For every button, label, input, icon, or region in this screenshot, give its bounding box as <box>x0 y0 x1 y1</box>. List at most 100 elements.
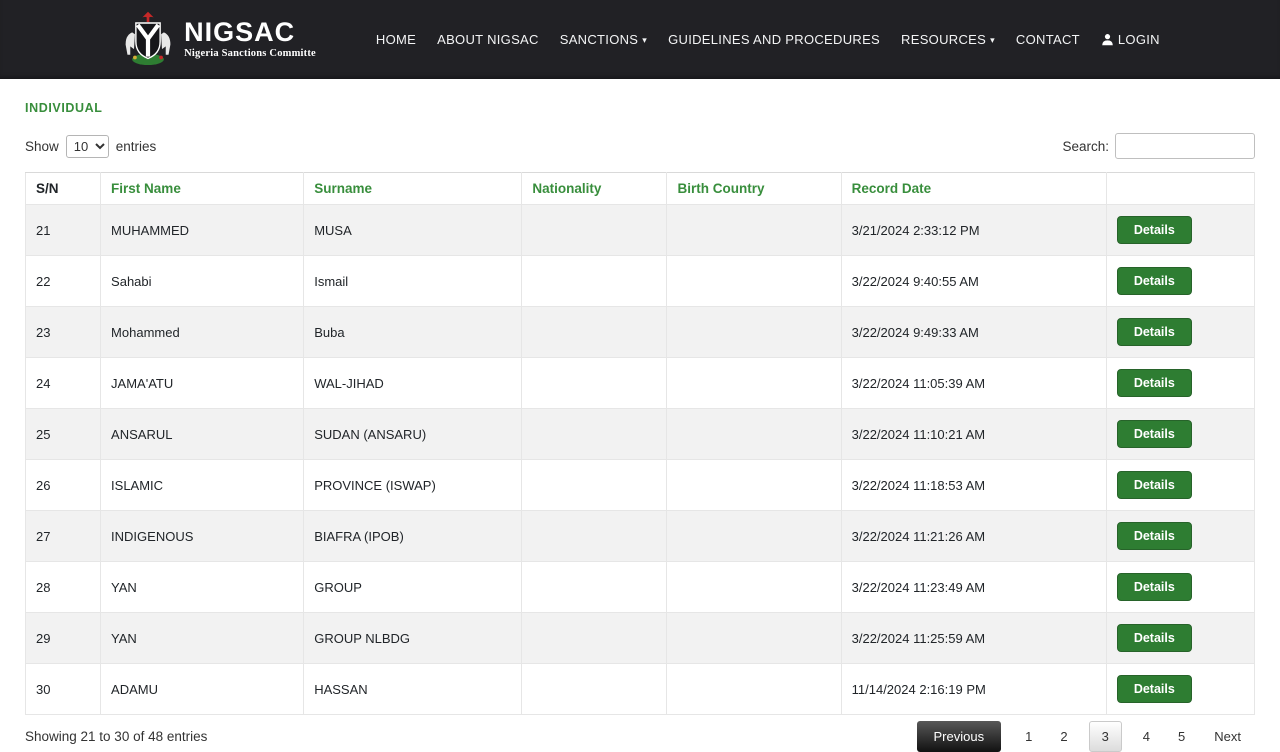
cell-birth-country <box>667 511 841 562</box>
nav-login-label: LOGIN <box>1118 32 1160 47</box>
details-button[interactable]: Details <box>1117 624 1192 652</box>
details-button[interactable]: Details <box>1117 216 1192 244</box>
cell-surname: GROUP <box>304 562 522 613</box>
cell-actions: Details <box>1106 256 1254 307</box>
cell-record-date: 11/14/2024 2:16:19 PM <box>841 664 1106 715</box>
cell-sn: 27 <box>26 511 101 562</box>
cell-birth-country <box>667 460 841 511</box>
cell-actions: Details <box>1106 205 1254 256</box>
cell-actions: Details <box>1106 613 1254 664</box>
column-header-nationality[interactable]: Nationality <box>522 173 667 205</box>
brand-tagline: Nigeria Sanctions Committe <box>184 49 316 60</box>
page-length-control: Show 10 entries <box>25 135 156 158</box>
nav-guidelines-and-procedures[interactable]: GUIDELINES AND PROCEDURES <box>668 32 880 47</box>
cell-nationality <box>522 307 667 358</box>
pagination-page-1[interactable]: 1 <box>1018 722 1039 751</box>
entries-label: entries <box>116 139 157 154</box>
brand-text: NIGSAC Nigeria Sanctions Committe <box>184 19 316 60</box>
cell-surname: MUSA <box>304 205 522 256</box>
pagination-page-3-current[interactable]: 3 <box>1089 721 1122 752</box>
cell-actions: Details <box>1106 307 1254 358</box>
cell-first-name: Mohammed <box>101 307 304 358</box>
cell-record-date: 3/22/2024 9:49:33 AM <box>841 307 1106 358</box>
cell-first-name: Sahabi <box>101 256 304 307</box>
cell-birth-country <box>667 256 841 307</box>
cell-actions: Details <box>1106 358 1254 409</box>
column-header-sn[interactable]: S/N <box>26 173 101 205</box>
cell-first-name: JAMA'ATU <box>101 358 304 409</box>
details-button[interactable]: Details <box>1117 267 1192 295</box>
nav-login[interactable]: LOGIN <box>1101 32 1160 47</box>
nav-about-label: ABOUT NIGSAC <box>437 32 539 47</box>
main-content: INDIVIDUAL Show 10 entries Search: S/N F… <box>0 101 1280 752</box>
column-header-first-name[interactable]: First Name <box>101 173 304 205</box>
cell-nationality <box>522 358 667 409</box>
table-row: 29 YAN GROUP NLBDG 3/22/2024 11:25:59 AM… <box>26 613 1255 664</box>
cell-surname: SUDAN (ANSARU) <box>304 409 522 460</box>
brand-logo[interactable]: NIGSAC Nigeria Sanctions Committe <box>120 8 316 71</box>
show-label: Show <box>25 139 59 154</box>
cell-birth-country <box>667 205 841 256</box>
details-button[interactable]: Details <box>1117 369 1192 397</box>
cell-nationality <box>522 460 667 511</box>
cell-record-date: 3/22/2024 11:25:59 AM <box>841 613 1106 664</box>
cell-sn: 25 <box>26 409 101 460</box>
cell-actions: Details <box>1106 409 1254 460</box>
nigeria-coat-of-arms-icon <box>120 8 176 71</box>
cell-sn: 24 <box>26 358 101 409</box>
table-row: 30 ADAMU HASSAN 11/14/2024 2:16:19 PM De… <box>26 664 1255 715</box>
table-row: 24 JAMA'ATU WAL-JIHAD 3/22/2024 11:05:39… <box>26 358 1255 409</box>
pagination-next-button[interactable]: Next <box>1207 722 1248 751</box>
cell-surname: Buba <box>304 307 522 358</box>
nav-sanctions[interactable]: SANCTIONS▾ <box>560 32 647 47</box>
details-button[interactable]: Details <box>1117 522 1192 550</box>
page-length-select[interactable]: 10 <box>66 135 109 158</box>
top-navbar: NIGSAC Nigeria Sanctions Committe HOME A… <box>0 0 1280 79</box>
cell-actions: Details <box>1106 664 1254 715</box>
details-button[interactable]: Details <box>1117 573 1192 601</box>
nav-resources[interactable]: RESOURCES▾ <box>901 32 995 47</box>
cell-record-date: 3/22/2024 9:40:55 AM <box>841 256 1106 307</box>
cell-surname: GROUP NLBDG <box>304 613 522 664</box>
nav-contact[interactable]: CONTACT <box>1016 32 1080 47</box>
details-button[interactable]: Details <box>1117 420 1192 448</box>
cell-birth-country <box>667 409 841 460</box>
details-button[interactable]: Details <box>1117 318 1192 346</box>
nav-home[interactable]: HOME <box>376 32 416 47</box>
cell-birth-country <box>667 613 841 664</box>
cell-nationality <box>522 664 667 715</box>
cell-birth-country <box>667 358 841 409</box>
table-row: 27 INDIGENOUS BIAFRA (IPOB) 3/22/2024 11… <box>26 511 1255 562</box>
table-body: 21 MUHAMMED MUSA 3/21/2024 2:33:12 PM De… <box>26 205 1255 715</box>
column-header-birth-country[interactable]: Birth Country <box>667 173 841 205</box>
nav-contact-label: CONTACT <box>1016 32 1080 47</box>
cell-first-name: ANSARUL <box>101 409 304 460</box>
table-row: 25 ANSARUL SUDAN (ANSARU) 3/22/2024 11:1… <box>26 409 1255 460</box>
cell-record-date: 3/22/2024 11:05:39 AM <box>841 358 1106 409</box>
nav-about-nigsac[interactable]: ABOUT NIGSAC <box>437 32 539 47</box>
cell-actions: Details <box>1106 562 1254 613</box>
column-header-record-date[interactable]: Record Date <box>841 173 1106 205</box>
cell-record-date: 3/22/2024 11:21:26 AM <box>841 511 1106 562</box>
cell-nationality <box>522 511 667 562</box>
table-head: S/N First Name Surname Nationality Birth… <box>26 173 1255 205</box>
details-button[interactable]: Details <box>1117 675 1192 703</box>
cell-first-name: MUHAMMED <box>101 205 304 256</box>
details-button[interactable]: Details <box>1117 471 1192 499</box>
cell-first-name: YAN <box>101 613 304 664</box>
chevron-down-icon: ▾ <box>990 35 995 46</box>
search-label: Search: <box>1062 139 1109 154</box>
cell-record-date: 3/22/2024 11:23:49 AM <box>841 562 1106 613</box>
pagination-page-4[interactable]: 4 <box>1136 722 1157 751</box>
nav-guidelines-label: GUIDELINES AND PROCEDURES <box>668 32 880 47</box>
search-input[interactable] <box>1115 133 1255 159</box>
table-row: 22 Sahabi Ismail 3/22/2024 9:40:55 AM De… <box>26 256 1255 307</box>
cell-first-name: ADAMU <box>101 664 304 715</box>
column-header-surname[interactable]: Surname <box>304 173 522 205</box>
pagination-page-2[interactable]: 2 <box>1053 722 1074 751</box>
pagination-page-5[interactable]: 5 <box>1171 722 1192 751</box>
pagination-previous-button[interactable]: Previous <box>917 721 1002 752</box>
nav-home-label: HOME <box>376 32 416 47</box>
cell-surname: PROVINCE (ISWAP) <box>304 460 522 511</box>
cell-sn: 23 <box>26 307 101 358</box>
